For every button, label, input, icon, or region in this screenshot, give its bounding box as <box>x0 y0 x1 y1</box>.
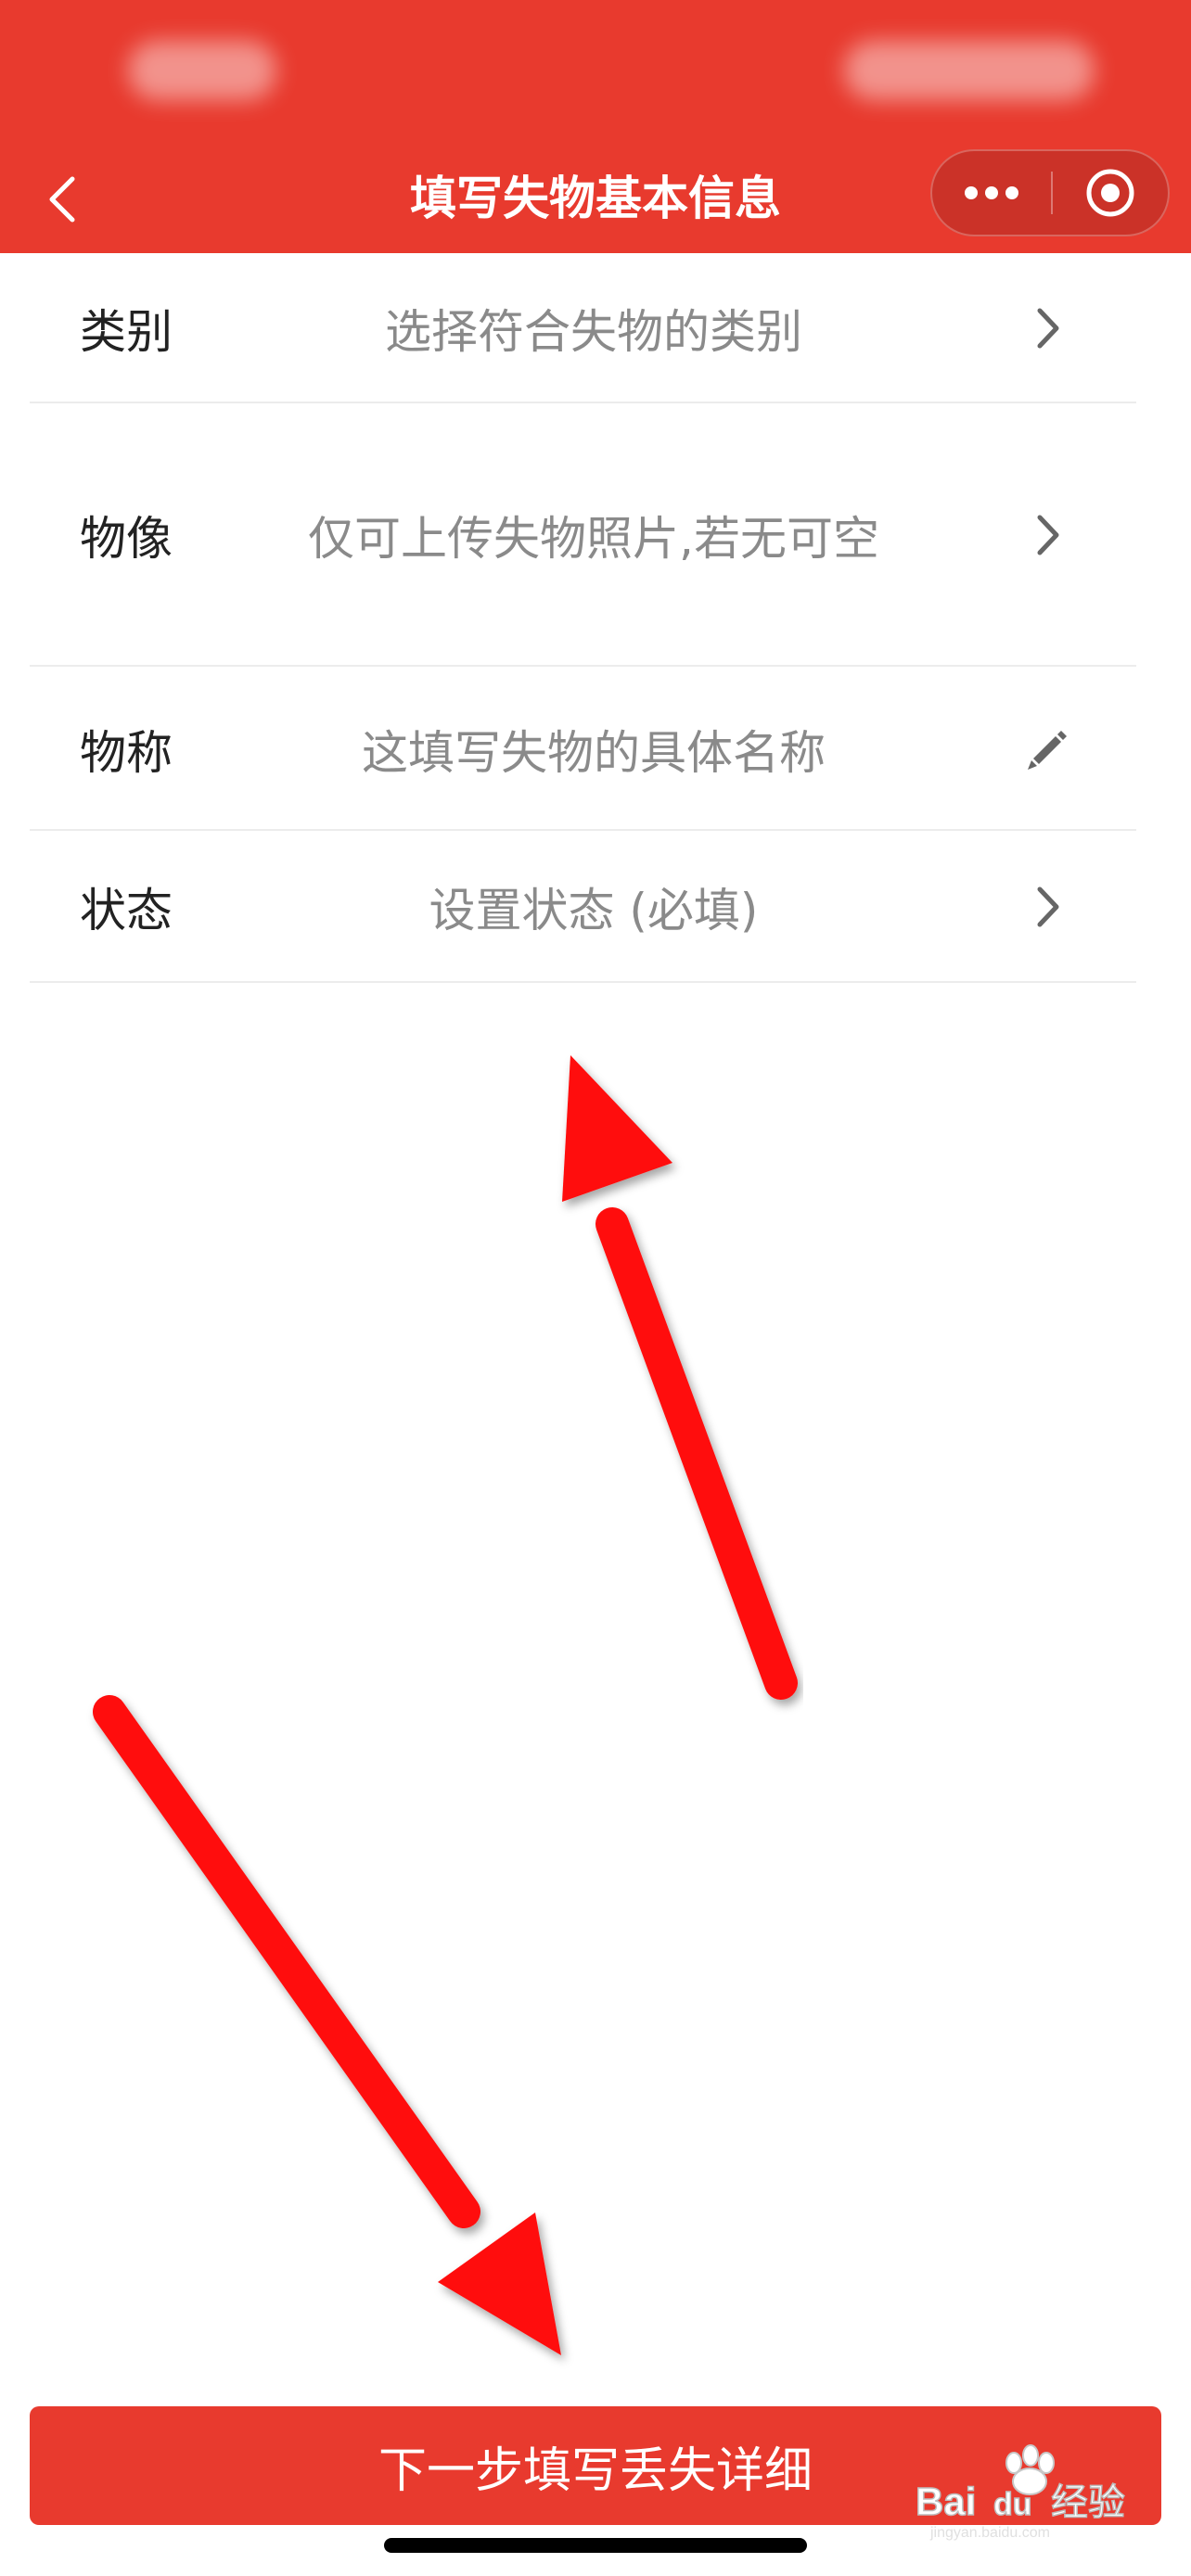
chevron-right-icon <box>1020 403 1076 667</box>
pencil-icon <box>1020 667 1076 831</box>
item-name-label: 物称 <box>80 725 173 780</box>
item-name-row[interactable]: 物称 这填写失物的具体名称 <box>0 667 1191 831</box>
status-label: 状态 <box>80 884 173 937</box>
svg-text:jingyan.baidu.com: jingyan.baidu.com <box>929 2525 1050 2541</box>
next-step-button[interactable]: 下一步填写丢失详细 <box>30 2406 1161 2525</box>
category-placeholder: 选择符合失物的类别 <box>385 305 802 359</box>
target-close-icon <box>1086 169 1134 217</box>
navigation-bar: 填写失物基本信息 <box>0 144 1191 253</box>
close-button[interactable] <box>1053 151 1168 235</box>
back-button[interactable] <box>26 162 100 236</box>
photo-label: 物像 <box>80 512 173 566</box>
photo-row[interactable]: 物像 仅可上传失物照片,若无可空 <box>0 403 1191 667</box>
home-indicator <box>384 2538 807 2553</box>
row-divider <box>30 981 1136 983</box>
chevron-left-icon <box>49 176 75 223</box>
more-button[interactable] <box>932 151 1051 235</box>
status-icons-blurred <box>844 41 1095 100</box>
arrow-down-icon <box>93 1695 561 2355</box>
photo-placeholder: 仅可上传失物照片,若无可空 <box>308 512 879 566</box>
item-name-input[interactable]: 这填写失物的具体名称 <box>250 667 937 831</box>
more-dots-icon <box>965 186 1018 199</box>
chevron-right-icon <box>1020 831 1076 983</box>
status-placeholder: 设置状态 (必填) <box>429 884 759 937</box>
mini-program-capsule <box>930 149 1170 236</box>
arrow-up-icon <box>562 1055 798 1700</box>
status-bar <box>0 0 1191 144</box>
chevron-right-icon <box>1020 253 1076 403</box>
status-row[interactable]: 状态 设置状态 (必填) <box>0 831 1191 983</box>
status-time-blurred <box>128 41 276 100</box>
category-row[interactable]: 类别 选择符合失物的类别 <box>0 253 1191 403</box>
category-label: 类别 <box>80 305 173 359</box>
